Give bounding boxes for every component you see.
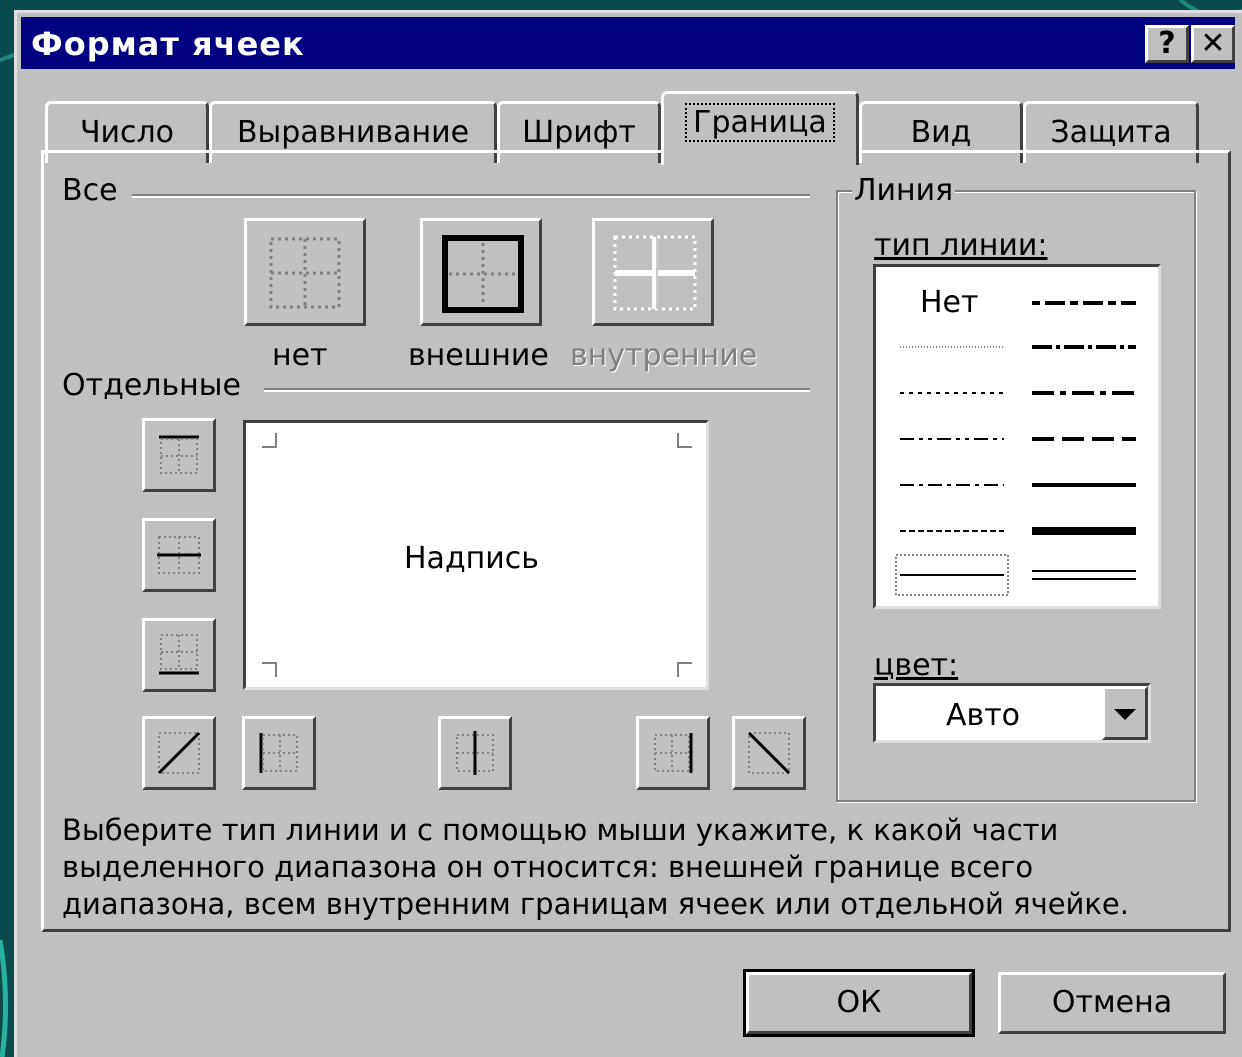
- tab-label: Шрифт: [522, 115, 636, 150]
- close-button[interactable]: ✕: [1191, 25, 1235, 63]
- title-bar: Формат ячеек ? ✕: [21, 17, 1235, 69]
- tab-label: Число: [79, 115, 175, 150]
- ok-button[interactable]: ОК: [743, 969, 975, 1037]
- tab-label: Вид: [910, 115, 972, 150]
- border-tab-panel: [41, 150, 1231, 932]
- help-button[interactable]: ?: [1145, 25, 1189, 63]
- tab-label: Выравнивание: [236, 115, 470, 150]
- tab-label: Граница: [685, 103, 835, 142]
- format-cells-dialog: Формат ячеек ? ✕ Число Выравнивание Шриф…: [14, 10, 1242, 1057]
- tab-label: Защита: [1050, 115, 1172, 150]
- dialog-title: Формат ячеек: [31, 25, 305, 63]
- tab-border[interactable]: Граница: [661, 91, 859, 165]
- cancel-button[interactable]: Отмена: [998, 972, 1226, 1034]
